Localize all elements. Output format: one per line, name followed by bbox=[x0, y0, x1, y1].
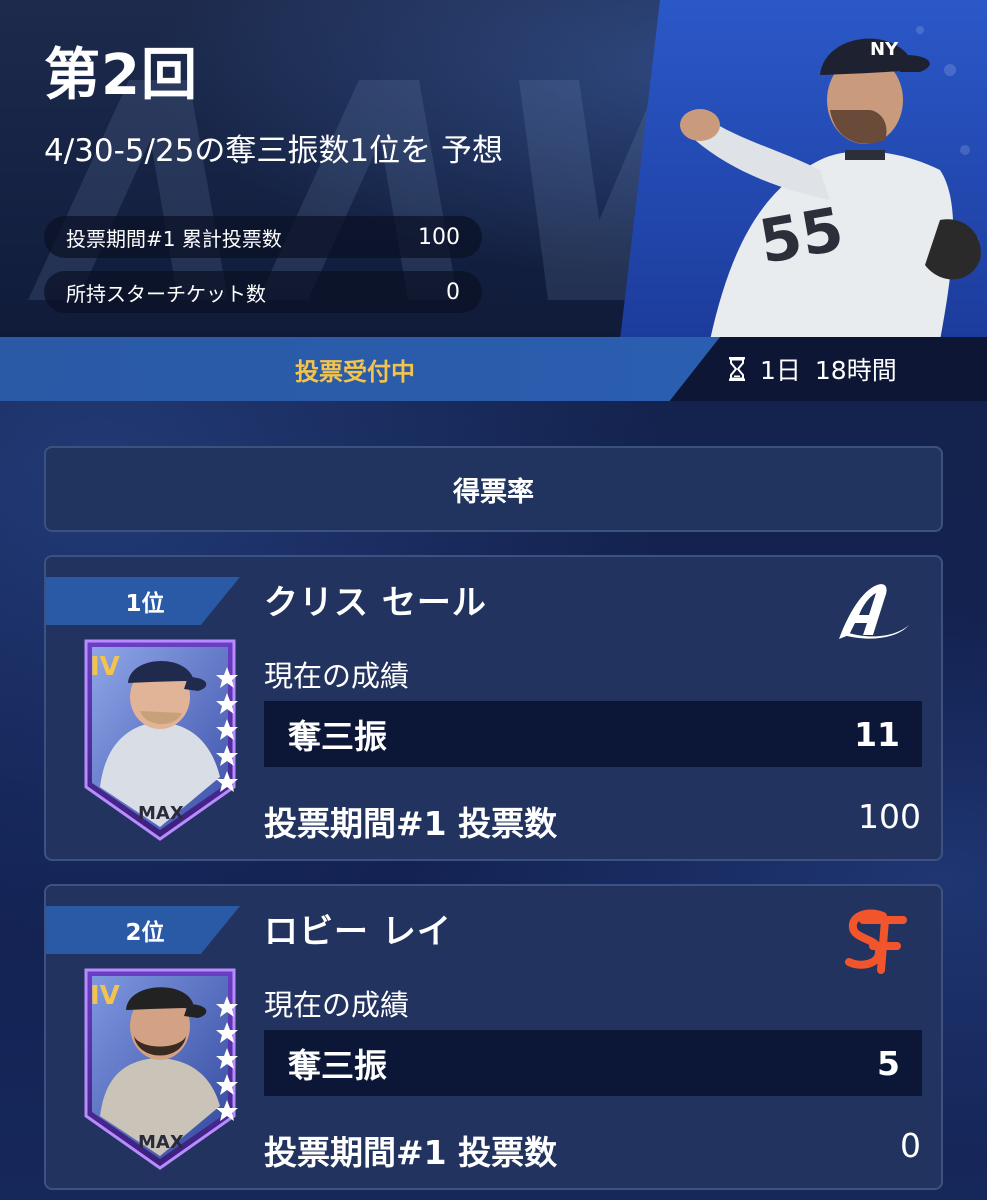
rank-label: 2位 bbox=[125, 920, 165, 946]
star-ticket-label: 所持スターチケット数 bbox=[66, 281, 266, 306]
strikeouts-label: 奪三振 bbox=[288, 1046, 387, 1085]
countdown-days: 1日 bbox=[760, 356, 801, 385]
period-votes-label: 投票期間#1 投票数 bbox=[264, 804, 558, 843]
rank-label: 1位 bbox=[125, 591, 165, 617]
player-card-image: IV MAX bbox=[84, 968, 238, 1170]
total-votes-value: 100 bbox=[418, 224, 460, 250]
current-stats-label: 現在の成績 bbox=[264, 659, 410, 693]
strikeouts-row: 奪三振 11 bbox=[264, 701, 922, 767]
player-name: ロビー レイ bbox=[264, 912, 452, 952]
hero-banner: 第2回 4/30-5/25の奪三振数1位を 予想 投票期間#1 累計投票数 10… bbox=[0, 0, 987, 340]
braves-logo-icon bbox=[839, 584, 909, 639]
card-level-label: MAX bbox=[138, 803, 184, 824]
strikeouts-value: 11 bbox=[854, 714, 900, 754]
period-votes-value: 0 bbox=[900, 1126, 921, 1165]
page: 第2回 4/30-5/25の奪三振数1位を 予想 投票期間#1 累計投票数 10… bbox=[0, 0, 987, 1200]
star-ticket-value: 0 bbox=[446, 279, 460, 305]
total-votes-label: 投票期間#1 累計投票数 bbox=[66, 226, 282, 251]
round-title: 第2回 bbox=[44, 43, 198, 108]
round-subtitle: 4/30-5/25の奪三振数1位を 予想 bbox=[44, 133, 503, 169]
hero-player-image: NY 55 bbox=[620, 0, 987, 340]
total-votes-pill: 投票期間#1 累計投票数 100 bbox=[44, 216, 482, 258]
voting-status-label: 投票受付中 bbox=[295, 357, 415, 386]
player-card-image: IV MAX bbox=[84, 639, 238, 841]
giants-logo-icon bbox=[845, 909, 907, 974]
period-votes-value: 100 bbox=[858, 797, 921, 836]
period-votes-label: 投票期間#1 投票数 bbox=[264, 1133, 558, 1172]
strikeouts-value: 5 bbox=[877, 1043, 900, 1083]
svg-text:55: 55 bbox=[754, 195, 848, 278]
strikeouts-label: 奪三振 bbox=[288, 717, 387, 756]
countdown-hours: 18時間 bbox=[814, 356, 897, 385]
vote-rate-button[interactable]: 得票率 bbox=[44, 446, 943, 532]
current-stats-label: 現在の成績 bbox=[264, 988, 410, 1022]
svg-text:NY: NY bbox=[870, 39, 899, 60]
card-grade-label: IV bbox=[90, 652, 120, 682]
player-name: クリス セール bbox=[264, 583, 487, 623]
star-ticket-pill: 所持スターチケット数 0 bbox=[44, 271, 482, 313]
hourglass-icon bbox=[729, 357, 745, 381]
strikeouts-row: 奪三振 5 bbox=[264, 1030, 922, 1096]
card-level-label: MAX bbox=[138, 1132, 184, 1153]
countdown-timer: 1日 18時間 bbox=[760, 337, 897, 401]
card-grade-label: IV bbox=[90, 981, 120, 1011]
player-card-1[interactable]: 1位 クリス セール IV MAX 現在の成績 奪三振 11 投票期間#1 投票… bbox=[44, 555, 943, 861]
player-card-2[interactable]: 2位 ロビー レイ IV MAX 現在の成績 奪三振 5 投票期間#1 投票数 … bbox=[44, 884, 943, 1190]
